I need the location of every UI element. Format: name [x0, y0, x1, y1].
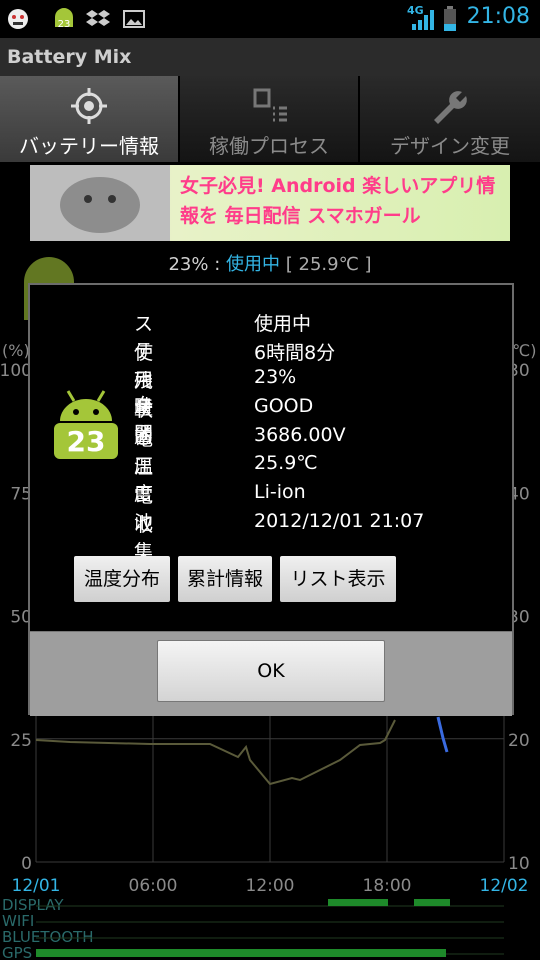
battery-info-dialog: 23 ステータス 使用中 使用時間 6時間8分 残量 23% 状態 GOOD 電圧 3686.00… — [28, 283, 514, 716]
dialog-footer: OK — [30, 631, 512, 716]
y-left-label: (%) — [2, 341, 30, 360]
app-title: Battery Mix — [7, 46, 132, 68]
battery-series-line — [35, 719, 396, 786]
battery-icon — [444, 6, 456, 31]
info-value: GOOD — [254, 395, 314, 418]
tab-label: バッテリー情報 — [19, 134, 159, 158]
battery-summary: 23% : 使用中 [ 25.9℃ ] — [0, 250, 540, 276]
summary-state: 使用中 — [226, 254, 281, 275]
dropbox-icon — [86, 10, 110, 26]
cat-photo-image — [30, 165, 170, 241]
info-value: 25.9℃ — [254, 452, 318, 475]
x-tick: 12/02 — [480, 876, 529, 896]
x-tick: 12/01 — [12, 876, 61, 896]
x-tick: 06:00 — [129, 876, 178, 896]
info-value: 3686.00V — [254, 423, 346, 446]
y-right-tick: 20 — [508, 731, 530, 751]
x-tick: 12:00 — [246, 876, 295, 896]
info-value: Li-ion — [254, 481, 306, 504]
ok-button[interactable]: OK — [157, 640, 385, 702]
tab-running-processes[interactable]: 稼働プロセス — [180, 76, 360, 162]
summary-temp: [ 25.9℃ ] — [285, 254, 372, 275]
x-tick: 18:00 — [363, 876, 412, 896]
android-battery-icon: 23 — [54, 390, 118, 459]
tab-design-change[interactable]: デザイン変更 — [360, 76, 540, 162]
info-value: 23% — [254, 366, 297, 389]
clock: 21:08 — [466, 4, 530, 29]
display-on-bar — [414, 899, 450, 906]
process-list-icon — [253, 88, 287, 122]
temperature-series-line — [436, 716, 449, 753]
status-bar: 23 4G 21:08 — [0, 0, 540, 38]
y-left-tick: 0 — [21, 854, 32, 874]
cumulative-info-button[interactable]: 累計情報 — [178, 556, 272, 602]
chart-status-rows: DISPLAYWIFIBLUETOOTHGPS — [2, 896, 504, 960]
chart-series — [35, 716, 449, 786]
tab-label: デザイン変更 — [390, 134, 510, 158]
ad-banner[interactable]: 女子必見! Android 楽しいアプリ情報を 毎日配信 スマホガール — [30, 165, 510, 241]
gps-on-bar — [36, 949, 446, 957]
y-right-tick: 10 — [508, 854, 530, 874]
notification-app-icon — [8, 9, 28, 29]
display-on-bar — [328, 899, 388, 906]
crosshair-icon — [71, 88, 107, 124]
info-value: 2012/12/01 21:07 — [254, 509, 425, 532]
svg-text:23: 23 — [58, 19, 71, 30]
temperature-distribution-button[interactable]: 温度分布 — [74, 556, 170, 602]
image-icon — [123, 10, 145, 28]
summary-separator: : — [214, 254, 221, 275]
battery-mix-icon: 23 — [55, 8, 73, 30]
icon-badge: 23 — [67, 425, 106, 458]
wrench-icon — [434, 91, 467, 124]
tab-label: 稼働プロセス — [209, 134, 329, 158]
tab-battery-info[interactable]: バッテリー情報 — [0, 76, 180, 162]
tab-bar: バッテリー情報 稼働プロセス デザイン変更 — [0, 76, 540, 162]
signal-icon — [412, 10, 434, 30]
ad-banner-text: 女子必見! Android 楽しいアプリ情報を 毎日配信 スマホガール — [180, 175, 496, 227]
summary-percent: 23% — [168, 254, 209, 275]
list-view-button[interactable]: リスト表示 — [280, 556, 396, 602]
info-value: 6時間8分 — [254, 341, 336, 364]
info-value: 使用中 — [254, 313, 312, 335]
y-left-tick: 25 — [10, 731, 32, 751]
title-bar: Battery Mix — [0, 38, 540, 77]
status-row-label: GPS — [2, 944, 32, 960]
